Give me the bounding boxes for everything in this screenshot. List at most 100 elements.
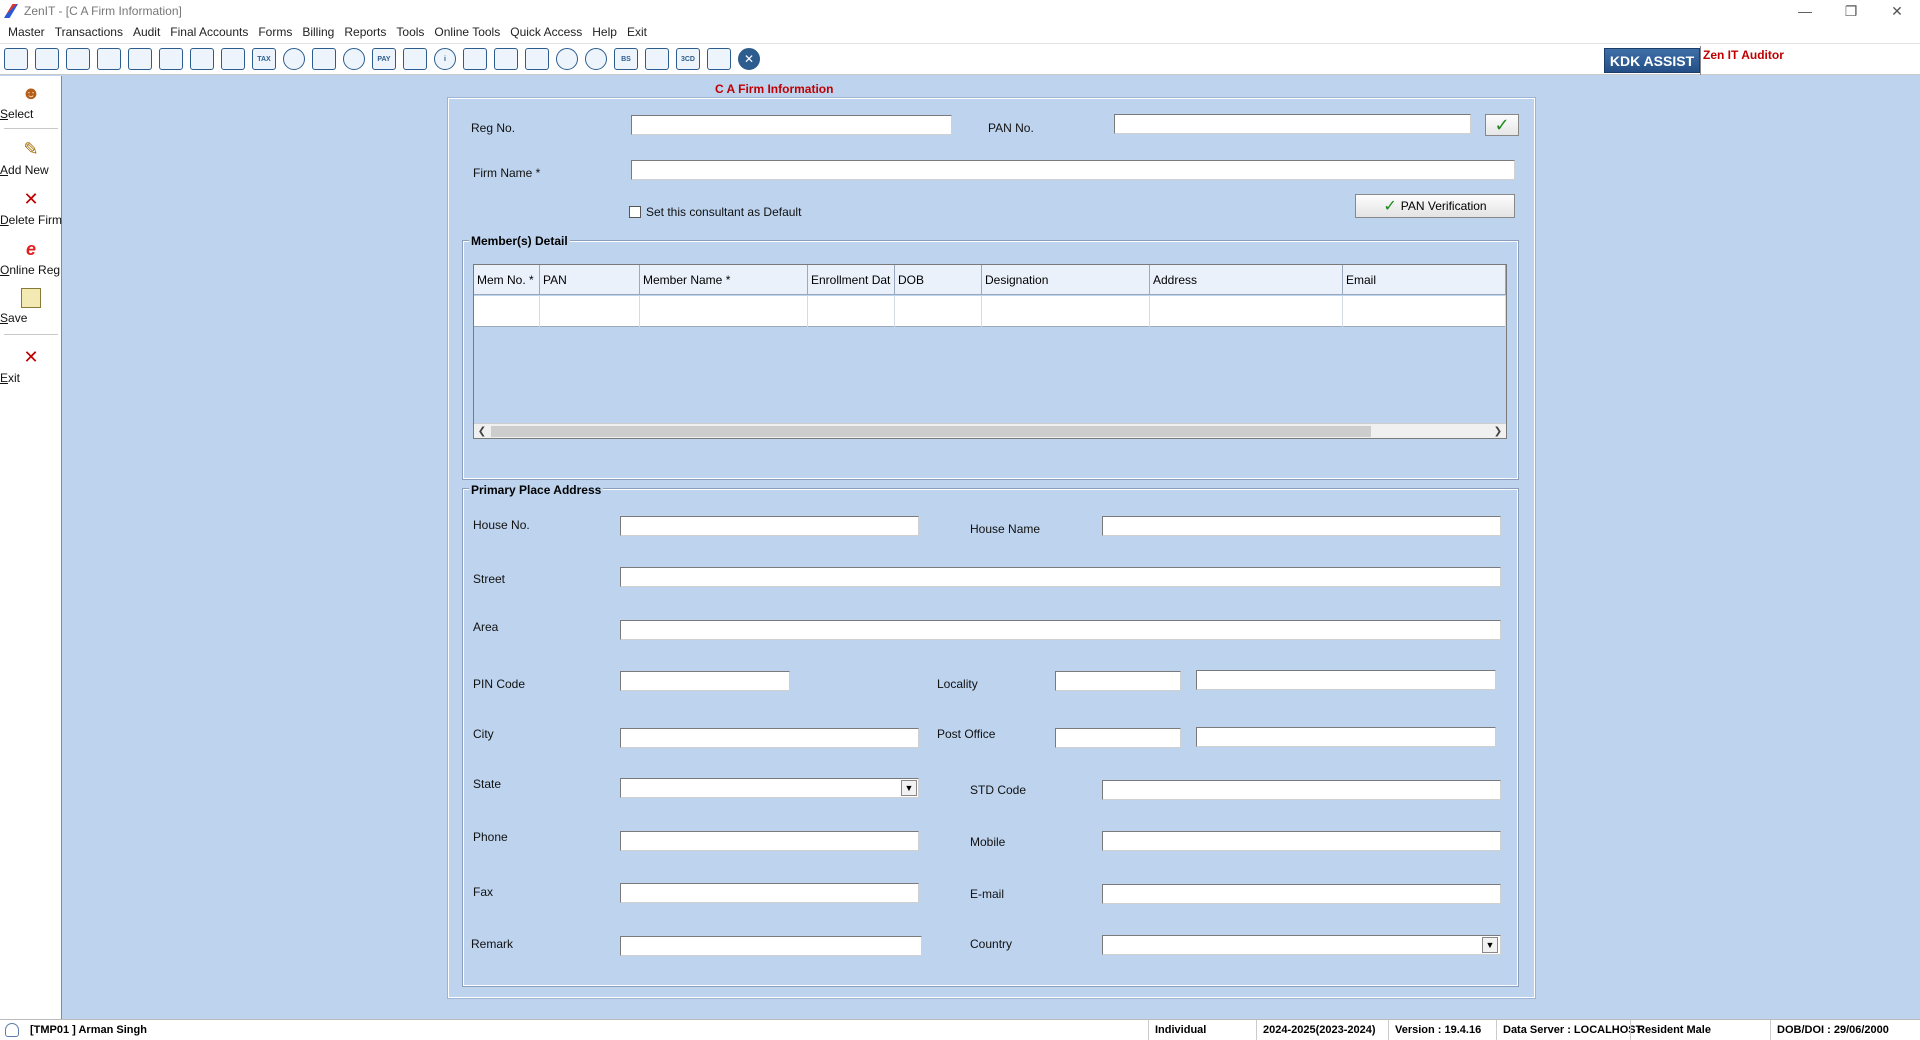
- locality-name-input[interactable]: [1196, 670, 1496, 690]
- col-member-name[interactable]: Member Name *: [640, 265, 808, 295]
- refresh-icon[interactable]: [556, 48, 578, 70]
- checkmark-icon: ✓: [1494, 114, 1510, 135]
- menu-billing[interactable]: Billing: [297, 22, 339, 43]
- close-icon[interactable]: ✕: [738, 48, 760, 70]
- country-dropdown-chevron-down-icon[interactable]: ▼: [1482, 937, 1498, 953]
- cell-email[interactable]: [1343, 296, 1506, 327]
- cell-enrollment-date[interactable]: [808, 296, 895, 327]
- pan-check-button[interactable]: ✓: [1485, 114, 1519, 136]
- close-button[interactable]: ✕: [1874, 0, 1920, 22]
- pay-icon[interactable]: PAY: [372, 48, 396, 70]
- default-consultant-checkbox[interactable]: [629, 206, 641, 218]
- funnel-icon[interactable]: [221, 48, 245, 70]
- sync-icon[interactable]: [585, 48, 607, 70]
- factory-icon[interactable]: [645, 48, 669, 70]
- grid-header: Mem No. * PAN Member Name * Enrollment D…: [474, 265, 1506, 295]
- minimize-button[interactable]: —: [1782, 0, 1828, 22]
- cell-pan[interactable]: [540, 296, 640, 327]
- menu-exit[interactable]: Exit: [622, 22, 652, 43]
- area-input[interactable]: [620, 620, 1501, 640]
- delete-firm-button[interactable]: ✕ Delete Firm: [0, 188, 62, 227]
- cell-address[interactable]: [1150, 296, 1343, 327]
- chart-icon[interactable]: [97, 48, 121, 70]
- cell-designation[interactable]: [982, 296, 1150, 327]
- eye-icon[interactable]: [283, 48, 305, 70]
- pan-verification-button[interactable]: ✓ PAN Verification: [1355, 194, 1515, 218]
- col-dob[interactable]: DOB: [895, 265, 982, 295]
- locality-code-input[interactable]: [1055, 671, 1181, 691]
- mobile-input[interactable]: [1102, 831, 1501, 851]
- kdk-assist-button[interactable]: KDK ASSIST: [1604, 48, 1700, 73]
- gift-icon[interactable]: [128, 48, 152, 70]
- col-pan[interactable]: PAN: [540, 265, 640, 295]
- save-button[interactable]: Save: [0, 288, 62, 325]
- info-icon[interactable]: i: [434, 48, 456, 70]
- menu-quick-access[interactable]: Quick Access: [505, 22, 587, 43]
- notepad-icon[interactable]: [494, 48, 518, 70]
- state-dropdown-chevron-down-icon[interactable]: ▼: [901, 780, 917, 796]
- pan-no-input[interactable]: [1114, 114, 1471, 134]
- col-mem-no[interactable]: Mem No. *: [474, 265, 540, 295]
- country-select[interactable]: [1102, 935, 1501, 955]
- menu-forms[interactable]: Forms: [253, 22, 297, 43]
- city-input[interactable]: [620, 728, 919, 748]
- restore-button[interactable]: ❐: [1828, 0, 1874, 22]
- col-enrollment-date[interactable]: Enrollment Dat: [808, 265, 895, 295]
- state-select[interactable]: [620, 778, 919, 798]
- status-version: Version : 19.4.16: [1388, 1020, 1496, 1040]
- phone-input[interactable]: [620, 831, 919, 851]
- house-no-input[interactable]: [620, 516, 919, 536]
- form-icon[interactable]: [4, 48, 28, 70]
- calculator-icon[interactable]: [312, 48, 336, 70]
- cell-member-name[interactable]: [640, 296, 808, 327]
- members-grid[interactable]: Mem No. * PAN Member Name * Enrollment D…: [473, 264, 1507, 439]
- menu-audit[interactable]: Audit: [128, 22, 165, 43]
- firm-name-input[interactable]: [631, 160, 1515, 180]
- menu-help[interactable]: Help: [587, 22, 622, 43]
- col-email[interactable]: Email: [1343, 265, 1506, 295]
- col-address[interactable]: Address: [1150, 265, 1343, 295]
- scroll-thumb[interactable]: [491, 426, 1371, 437]
- pin-code-input[interactable]: [620, 671, 790, 691]
- std-code-input[interactable]: [1102, 780, 1501, 800]
- form-list-icon[interactable]: [707, 48, 731, 70]
- table-row[interactable]: [474, 296, 1506, 327]
- locality-label: Locality: [937, 677, 978, 691]
- balance-sheet-icon[interactable]: BS: [614, 48, 638, 70]
- tax-icon[interactable]: TAX: [252, 48, 276, 70]
- report-icon[interactable]: [463, 48, 487, 70]
- scroll-left-icon[interactable]: ❮: [474, 424, 490, 439]
- scroll-right-icon[interactable]: ❯: [1490, 424, 1506, 439]
- menu-reports[interactable]: Reports: [339, 22, 391, 43]
- fax-input[interactable]: [620, 883, 919, 903]
- horizontal-scrollbar[interactable]: ❮ ❯: [474, 423, 1506, 438]
- cell-dob[interactable]: [895, 296, 982, 327]
- post-office-name-input[interactable]: [1196, 727, 1496, 747]
- select-button[interactable]: ☻ Select: [0, 82, 62, 121]
- menu-master[interactable]: Master: [3, 22, 50, 43]
- group-icon[interactable]: [159, 48, 183, 70]
- hammer-icon[interactable]: [190, 48, 214, 70]
- col-designation[interactable]: Designation: [982, 265, 1150, 295]
- home-icon[interactable]: [35, 48, 59, 70]
- remark-input[interactable]: [620, 936, 922, 956]
- menu-tools[interactable]: Tools: [391, 22, 429, 43]
- cell-mem-no[interactable]: [474, 296, 540, 327]
- building-icon[interactable]: [66, 48, 90, 70]
- post-office-code-input[interactable]: [1055, 728, 1181, 748]
- reg-no-input[interactable]: [631, 115, 952, 135]
- menu-final-accounts[interactable]: Final Accounts: [165, 22, 253, 43]
- menu-online-tools[interactable]: Online Tools: [429, 22, 505, 43]
- select-label: Select: [0, 107, 34, 121]
- add-new-button[interactable]: ✎ Add New: [0, 138, 62, 177]
- 3cd-icon[interactable]: 3CD: [676, 48, 700, 70]
- email-input[interactable]: [1102, 884, 1501, 904]
- street-input[interactable]: [620, 567, 1501, 587]
- pie-icon[interactable]: [343, 48, 365, 70]
- calendar-icon[interactable]: [525, 48, 549, 70]
- exit-button[interactable]: ✕ Exit: [0, 346, 62, 385]
- house-name-input[interactable]: [1102, 516, 1501, 536]
- book-icon[interactable]: [403, 48, 427, 70]
- online-reg-button[interactable]: e Online Reg: [0, 238, 62, 277]
- menu-transactions[interactable]: Transactions: [50, 22, 128, 43]
